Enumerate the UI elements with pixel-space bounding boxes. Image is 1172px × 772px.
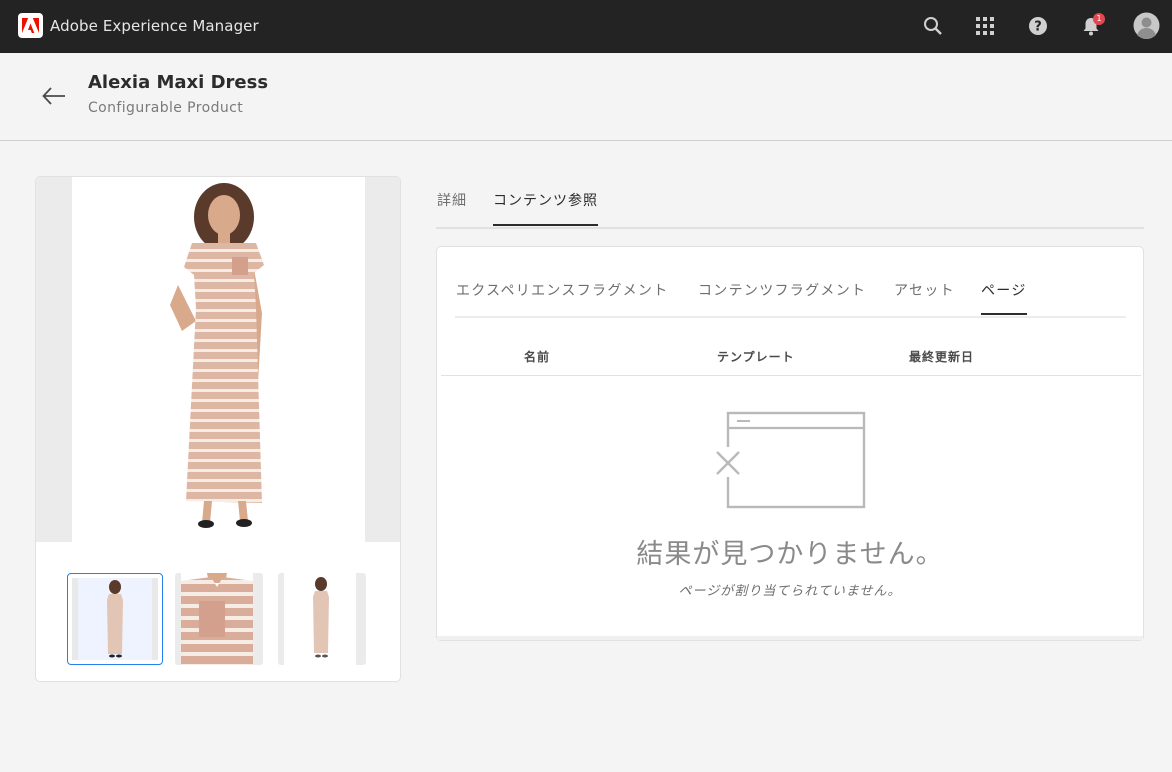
page-subtitle: Configurable Product	[88, 100, 244, 116]
column-header-template[interactable]: テンプレート	[717, 348, 795, 365]
thumbnail-dress-detail	[181, 573, 253, 665]
table-header-divider	[441, 375, 1141, 376]
product-image-card	[35, 176, 401, 682]
notification-badge: 1	[1093, 13, 1105, 25]
tab-content-references[interactable]: コンテンツ参照	[493, 190, 598, 226]
tab-content-fragments[interactable]: コンテンツフラグメント	[698, 280, 866, 313]
arrow-left-icon	[42, 87, 65, 105]
empty-state-message: ページが割り当てられていません。	[678, 584, 902, 599]
svg-text:?: ?	[1034, 20, 1042, 35]
panel-bottom-strip	[437, 636, 1143, 640]
top-navigation-bar: Adobe Experience Manager ? 1	[0, 0, 1172, 53]
tab-pages[interactable]: ページ	[981, 280, 1027, 315]
page-header: Alexia Maxi Dress Configurable Product	[0, 53, 1172, 141]
column-header-last-modified[interactable]: 最終更新日	[909, 348, 974, 365]
thumbnail-2[interactable]	[175, 573, 263, 665]
thumbnail-dress-front	[107, 580, 123, 658]
no-results-illustration-icon	[713, 411, 866, 509]
main-tabs: 詳細 コンテンツ参照	[436, 176, 1144, 229]
tab-details[interactable]: 詳細	[437, 190, 467, 224]
apps-grid-icon[interactable]	[973, 14, 997, 38]
search-icon[interactable]	[921, 14, 945, 38]
thumbnail-3[interactable]	[278, 573, 366, 665]
avatar[interactable]	[1133, 12, 1160, 39]
thumbnail-1[interactable]	[67, 573, 163, 665]
column-header-name[interactable]: 名前	[524, 348, 550, 365]
content-references-panel: エクスペリエンスフラグメント コンテンツフラグメント アセット ページ 名前 テ…	[436, 246, 1144, 641]
adobe-logo-icon	[18, 13, 43, 38]
brand[interactable]: Adobe Experience Manager	[18, 13, 259, 38]
tab-assets[interactable]: アセット	[894, 280, 955, 313]
tab-experience-fragments[interactable]: エクスペリエンスフラグメント	[456, 280, 669, 313]
back-button[interactable]	[40, 83, 68, 109]
help-icon[interactable]: ?	[1026, 14, 1050, 38]
thumbnail-dress-back	[313, 577, 329, 658]
main-product-image	[36, 177, 400, 542]
page-title: Alexia Maxi Dress	[88, 72, 269, 93]
app-title: Adobe Experience Manager	[50, 16, 259, 35]
dress-image	[170, 183, 264, 528]
empty-state-title: 結果が見つかりません。	[636, 539, 944, 570]
reference-type-tabs: エクスペリエンスフラグメント コンテンツフラグメント アセット ページ	[455, 247, 1126, 318]
